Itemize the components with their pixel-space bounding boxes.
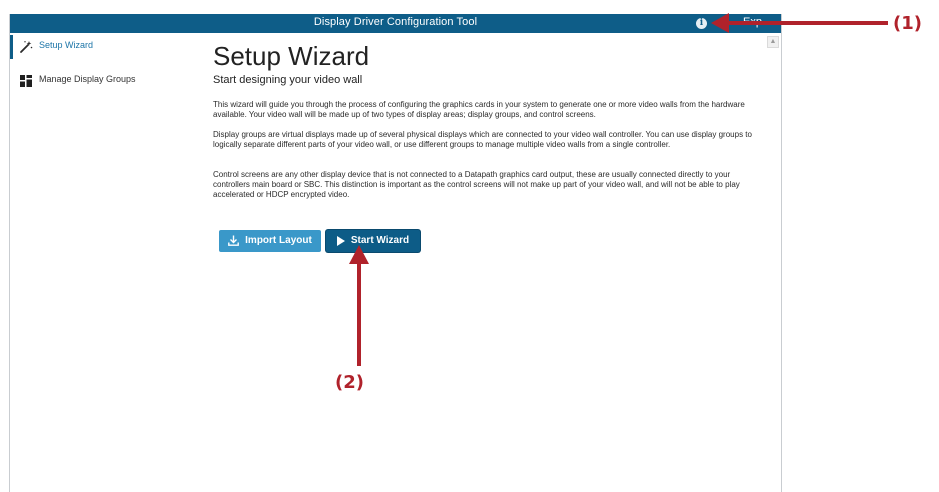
annotation-layer — [349, 13, 888, 366]
annotation-label-1: (1) — [893, 13, 922, 34]
annotation-arrow-1 — [711, 13, 888, 33]
annotation-label-2: (2) — [335, 372, 364, 393]
annotation-arrow-2 — [349, 245, 369, 366]
